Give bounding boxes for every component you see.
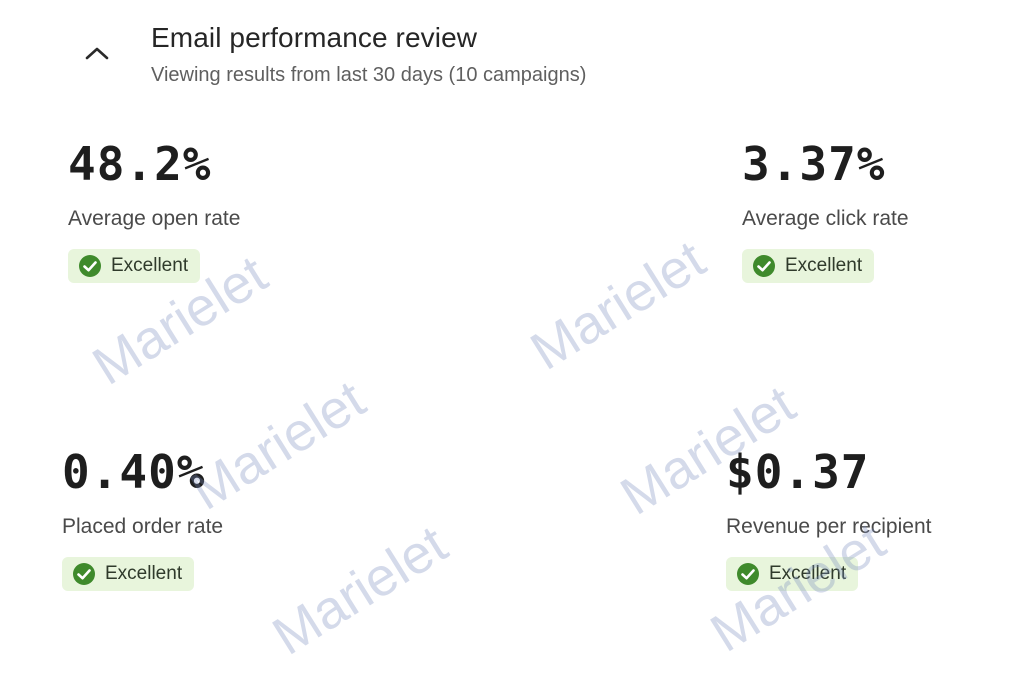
- chevron-up-icon: [85, 47, 109, 60]
- status-badge: Excellent: [726, 557, 859, 591]
- metric-label: Placed order rate: [62, 515, 224, 538]
- metric-revenue-per-recipient: $0.37 Revenue per recipient Excellent: [726, 449, 931, 591]
- panel-subtitle: Viewing results from last 30 days (10 ca…: [151, 64, 587, 86]
- check-circle-icon: [72, 562, 96, 586]
- email-performance-panel: Email performance review Viewing results…: [0, 0, 1024, 685]
- watermark-text: Marielet: [262, 514, 458, 667]
- check-circle-icon: [736, 562, 760, 586]
- metric-value: $0.37: [726, 445, 870, 499]
- status-badge: Excellent: [742, 249, 875, 283]
- metric-label: Average open rate: [68, 207, 241, 230]
- watermark-text: Marielet: [520, 229, 716, 382]
- metric-value: 3.37%: [742, 137, 886, 191]
- status-badge-label: Excellent: [105, 563, 183, 584]
- metric-placed-order-rate: 0.40% Placed order rate Excellent: [62, 449, 223, 591]
- check-circle-icon: [78, 254, 102, 278]
- panel-title: Email performance review: [151, 22, 478, 53]
- check-circle-icon: [752, 254, 776, 278]
- metric-open-rate: 48.2% Average open rate Excellent: [68, 141, 240, 283]
- status-badge: Excellent: [62, 557, 195, 591]
- collapse-toggle-button[interactable]: [80, 36, 114, 70]
- metric-value: 48.2%: [68, 137, 212, 191]
- metric-click-rate: 3.37% Average click rate Excellent: [742, 141, 909, 283]
- metric-value: 0.40%: [62, 445, 206, 499]
- status-badge-label: Excellent: [785, 255, 863, 276]
- status-badge-label: Excellent: [111, 255, 189, 276]
- metric-label: Average click rate: [742, 207, 909, 230]
- status-badge-label: Excellent: [769, 563, 847, 584]
- metric-label: Revenue per recipient: [726, 515, 932, 538]
- status-badge: Excellent: [68, 249, 201, 283]
